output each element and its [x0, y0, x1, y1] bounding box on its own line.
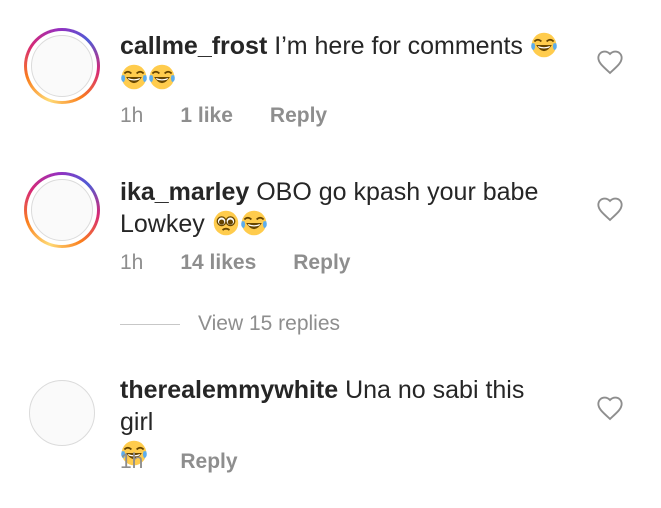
comment-body: Lowkey	[120, 210, 205, 238]
likes-count[interactable]: 1 like	[180, 104, 233, 128]
comment-meta: 1h 14 likes Reply	[120, 251, 387, 275]
reply-button[interactable]: Reply	[293, 251, 350, 275]
heart-icon[interactable]	[596, 196, 624, 224]
reply-button[interactable]: Reply	[270, 104, 327, 128]
comment-text: callme_frost I’m here for comments	[120, 30, 560, 94]
avatar	[29, 380, 95, 446]
heart-icon[interactable]	[596, 395, 624, 423]
view-replies-button[interactable]: View 15 replies	[120, 312, 340, 336]
laughing-tears-emoji-icon	[240, 209, 268, 237]
reply-button[interactable]: Reply	[180, 450, 237, 474]
comment-time: 1h	[120, 251, 144, 274]
comment-time: 1h	[120, 450, 144, 473]
avatar-story-ring[interactable]	[24, 28, 100, 104]
comment-body: I’m here for comments	[274, 32, 523, 60]
comment-body: OBO go kpash your babe	[256, 178, 539, 206]
comment-username[interactable]: therealemmywhite	[120, 376, 338, 404]
laughing-tears-emoji-icon	[530, 31, 558, 59]
comment-meta: 1h Reply	[120, 450, 275, 474]
avatar	[31, 35, 93, 97]
avatar-story-ring[interactable]	[24, 172, 100, 248]
comment-time: 1h	[120, 104, 144, 127]
comment-username[interactable]: callme_frost	[120, 32, 267, 60]
avatar	[31, 179, 93, 241]
laughing-tears-emoji-icon	[120, 63, 148, 91]
comment-username[interactable]: ika_marley	[120, 178, 249, 206]
comment-meta: 1h 1 like Reply	[120, 104, 364, 128]
heart-icon[interactable]	[596, 49, 624, 77]
likes-count[interactable]: 14 likes	[180, 251, 256, 275]
view-replies-label[interactable]: View 15 replies	[198, 312, 340, 336]
divider-line	[120, 323, 180, 325]
comment-text: ika_marley OBO go kpash your babe Lowkey	[120, 176, 560, 240]
pleading-face-emoji-icon	[212, 209, 240, 237]
avatar-wrap[interactable]	[24, 375, 100, 451]
laughing-tears-emoji-icon	[148, 63, 176, 91]
